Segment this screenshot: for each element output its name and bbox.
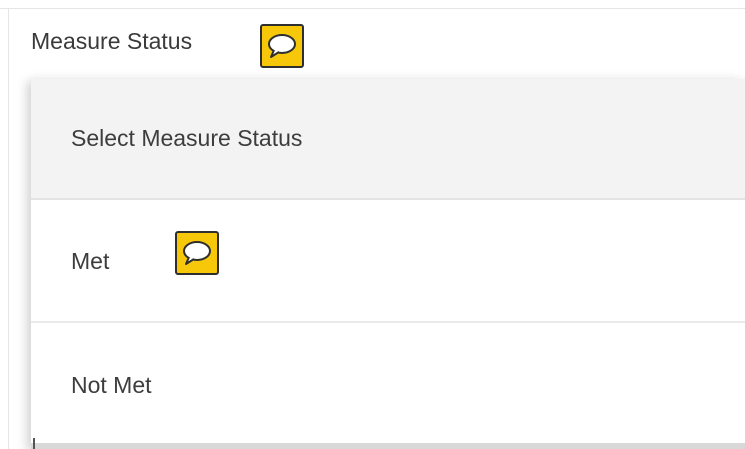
option-not-met-label: Not Met xyxy=(71,372,152,398)
panel-border-top xyxy=(0,8,745,9)
comment-icon[interactable] xyxy=(260,24,304,68)
met-comment-icon[interactable] xyxy=(175,231,219,275)
speech-bubble-icon xyxy=(183,241,211,265)
option-met-label: Met xyxy=(71,248,110,274)
dropdown-bottom-edge xyxy=(31,443,745,449)
speech-bubble-icon xyxy=(268,34,296,58)
cursor-edge-marker xyxy=(33,438,35,449)
measure-status-dropdown[interactable]: Select Measure Status Met Not Met xyxy=(31,79,745,449)
option-not-met[interactable]: Not Met xyxy=(31,325,745,446)
select-placeholder-option[interactable]: Select Measure Status xyxy=(31,79,745,200)
select-placeholder-label: Select Measure Status xyxy=(71,125,303,151)
measure-status-label: Measure Status xyxy=(31,28,193,54)
option-met[interactable]: Met xyxy=(31,202,745,323)
panel-border-left xyxy=(8,8,9,449)
